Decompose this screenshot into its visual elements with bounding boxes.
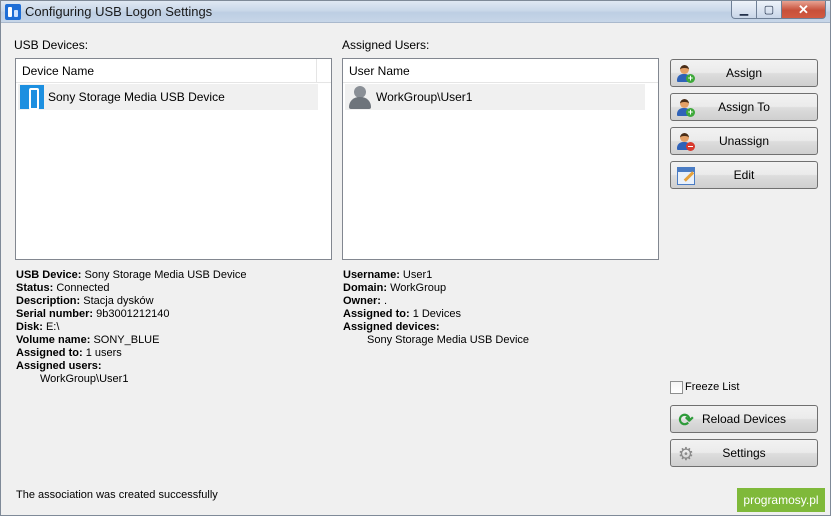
volume-key: Volume name: [16,334,91,346]
usb-devices-list[interactable]: Device Name Sony Storage Media USB Devic… [15,58,332,260]
assigned-devices-value: Sony Storage Media USB Device [367,334,530,346]
add-user-icon: + [677,65,695,83]
title-bar[interactable]: Configuring USB Logon Settings ▁ ▢ ✕ [1,1,830,23]
assigned-devices-key: Assigned devices: [343,321,440,333]
list-item[interactable]: WorkGroup\User1 [345,84,645,110]
usb-list-header: Device Name [16,59,331,83]
list-item[interactable]: Sony Storage Media USB Device [18,84,318,110]
serial-key: Serial number: [16,308,94,320]
domain-key: Domain: [343,282,387,294]
usb-device-key: USB Device: [16,269,82,281]
description-key: Description: [16,295,81,307]
usb-device-value: Sony Storage Media USB Device [84,269,247,281]
maximize-icon: ▢ [763,4,775,16]
assigned-to-key: Assigned to: [16,347,83,359]
reload-label: Reload Devices [701,412,787,426]
settings-label: Settings [722,446,766,460]
device-info-panel: USB Device: Sony Storage Media USB Devic… [16,269,247,386]
assigned-users-list[interactable]: User Name WorkGroup\User1 [342,58,659,260]
status-key: Status: [16,282,54,294]
usb-devices-label: USB Devices: [14,38,89,52]
usb-app-icon [5,4,21,20]
reload-icon: ⟳ [678,410,694,430]
users-list-header: User Name [343,59,658,83]
volume-value: SONY_BLUE [93,334,160,346]
description-value: Stacja dysków [83,295,154,307]
domain-value: WorkGroup [390,282,447,294]
gear-icon: ⚙ [677,444,695,464]
unassign-label: Unassign [718,134,770,148]
assign-label: Assign [725,66,763,80]
edit-label: Edit [733,168,755,182]
close-icon: ✕ [798,1,809,17]
add-user-icon: + [677,99,695,117]
user-assigned-to-key: Assigned to: [343,308,410,320]
assign-to-label: Assign To [718,100,770,114]
column-device-name[interactable]: Device Name [22,64,94,78]
freeze-list-label[interactable]: Freeze List [685,381,739,393]
username-key: Username: [343,269,400,281]
username-value: User1 [402,269,433,281]
disk-value: E:\ [45,321,60,333]
maximize-button[interactable]: ▢ [757,1,782,19]
unassign-button[interactable]: Unassign [670,127,818,155]
assigned-users-label: Assigned Users: [342,38,430,52]
device-name: Sony Storage Media USB Device [48,90,225,104]
settings-button[interactable]: ⚙ Settings [670,439,818,467]
watermark-badge: programosy.pl [737,488,825,512]
assigned-to-value: 1 users [85,347,122,359]
remove-user-icon [677,133,695,151]
freeze-list-checkbox[interactable] [670,381,683,394]
user-name: WorkGroup\User1 [376,90,473,104]
assign-button[interactable]: + Assign [670,59,818,87]
assigned-users-value: WorkGroup\User1 [40,373,129,385]
owner-value: . [383,295,388,307]
minimize-icon: ▁ [739,4,749,16]
status-value: Connected [56,282,110,294]
assign-to-button[interactable]: + Assign To [670,93,818,121]
user-info-panel: Username: User1 Domain: WorkGroup Owner:… [343,269,529,347]
disk-key: Disk: [16,321,43,333]
status-message: The association was created successfully [16,489,218,501]
owner-key: Owner: [343,295,381,307]
user-icon [348,85,372,109]
assigned-users-key: Assigned users: [16,360,102,372]
column-user-name[interactable]: User Name [349,64,410,78]
edit-icon [677,167,695,185]
close-button[interactable]: ✕ [782,1,826,19]
serial-value: 9b3001212140 [96,308,170,320]
window-controls: ▁ ▢ ✕ [731,1,826,19]
main-window: Configuring USB Logon Settings ▁ ▢ ✕ USB… [0,0,831,516]
user-assigned-to-value: 1 Devices [412,308,461,320]
minimize-button[interactable]: ▁ [731,1,757,19]
usb-drive-icon [20,85,44,110]
window-title: Configuring USB Logon Settings [25,4,213,19]
edit-button[interactable]: Edit [670,161,818,189]
reload-devices-button[interactable]: ⟳ Reload Devices [670,405,818,433]
